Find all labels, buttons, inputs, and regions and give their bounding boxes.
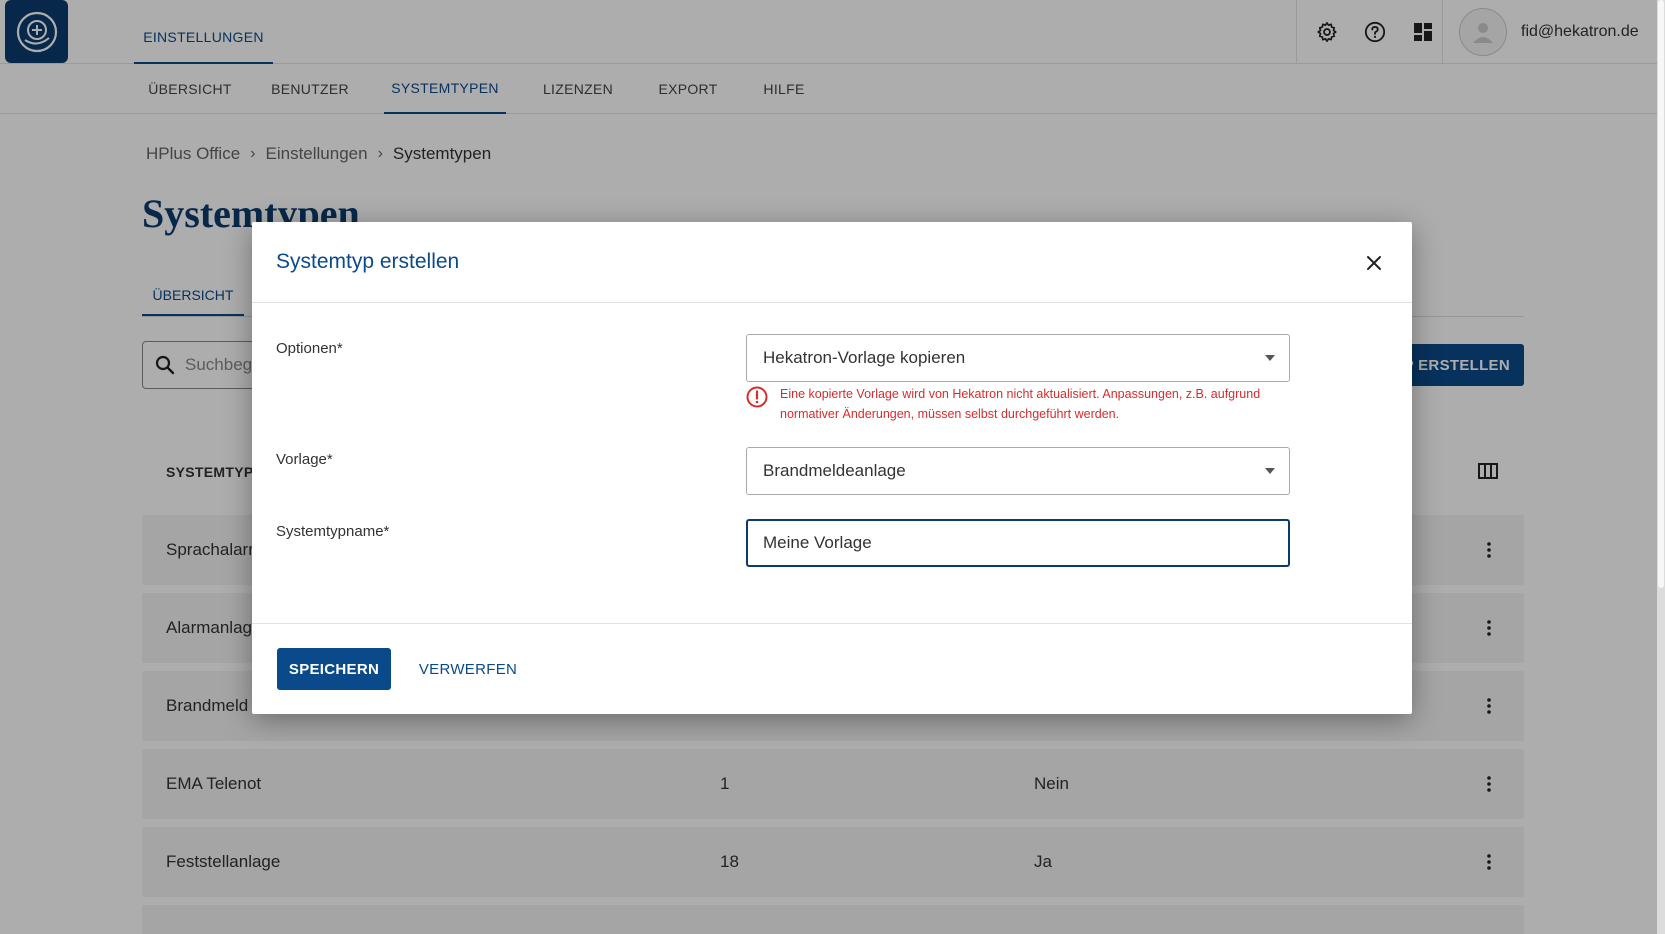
discard-button[interactable]: VERWERFEN <box>408 648 528 690</box>
systemtype-name-label: Systemtypname* <box>276 523 390 540</box>
create-systemtype-dialog: Systemtyp erstellen Optionen* Hekatron-V… <box>252 222 1412 714</box>
dialog-header: Systemtyp erstellen <box>252 222 1412 303</box>
template-label: Vorlage* <box>276 451 333 468</box>
close-icon[interactable] <box>1360 249 1388 277</box>
error-icon <box>746 386 768 408</box>
options-label: Optionen* <box>276 340 343 357</box>
caret-down-icon <box>1265 468 1275 474</box>
copy-warning: Eine kopierte Vorlage wird von Hekatron … <box>746 384 1266 424</box>
options-value: Hekatron-Vorlage kopieren <box>763 348 966 367</box>
warning-text: Eine kopierte Vorlage wird von Hekatron … <box>780 387 1261 421</box>
template-select[interactable]: Brandmeldeanlage <box>746 447 1290 495</box>
template-value: Brandmeldeanlage <box>763 461 906 480</box>
save-button[interactable]: SPEICHERN <box>277 648 391 690</box>
caret-down-icon <box>1265 355 1275 361</box>
dialog-title: Systemtyp erstellen <box>276 250 460 273</box>
dialog-footer-divider <box>252 623 1412 624</box>
scrollbar-thumb[interactable] <box>1658 0 1664 588</box>
options-select[interactable]: Hekatron-Vorlage kopieren <box>746 334 1290 382</box>
systemtype-name-input[interactable] <box>746 519 1290 567</box>
